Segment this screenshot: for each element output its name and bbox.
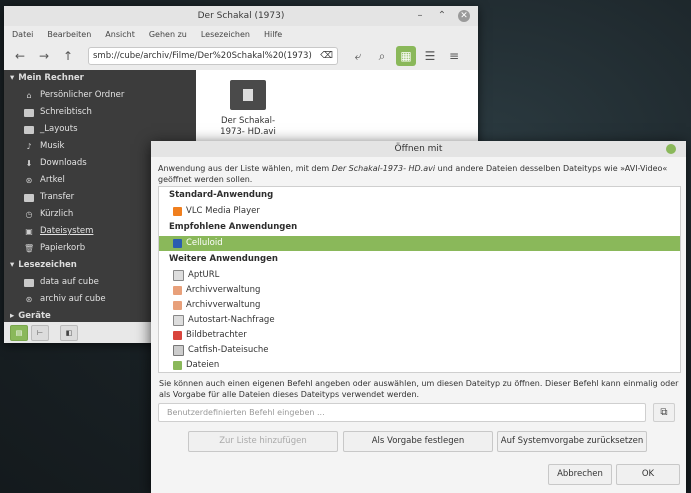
drive-icon: ▣ bbox=[25, 226, 33, 236]
clock-icon: ◷ bbox=[25, 209, 33, 219]
home-icon: ⌂ bbox=[26, 90, 32, 100]
image-viewer-icon bbox=[173, 331, 182, 340]
chevron-down-icon: ▾ bbox=[10, 73, 15, 83]
network-icon: ⊛ bbox=[25, 294, 33, 304]
vlc-icon bbox=[173, 207, 182, 216]
toolbar: ← → ↑ smb://cube/archiv/Filme/Der%20Scha… bbox=[4, 42, 478, 71]
add-to-list-button[interactable]: Zur Liste hinzufügen bbox=[188, 431, 338, 452]
application-list: Standard-Anwendung VLC Media Player Empf… bbox=[158, 186, 681, 373]
list-header-default: Standard-Anwendung bbox=[169, 190, 274, 200]
download-icon: ⬇ bbox=[25, 158, 33, 168]
custom-command-hint: Sie können auch einen eigenen Befehl ang… bbox=[159, 379, 679, 399]
app-item-archive-1[interactable]: Archivverwaltung bbox=[159, 283, 680, 298]
up-arrow-icon[interactable]: ↑ bbox=[58, 46, 78, 66]
menu-ansicht[interactable]: Ansicht bbox=[105, 30, 135, 39]
app-item-vlc[interactable]: VLC Media Player bbox=[159, 204, 680, 219]
celluloid-icon bbox=[173, 239, 182, 248]
sidebar-item-desktop[interactable]: Schreibtisch bbox=[4, 104, 196, 121]
file-item[interactable]: Der Schakal- 1973- HD.avi bbox=[218, 80, 278, 138]
custom-command-input[interactable]: Benutzerdefinierten Befehl eingeben ... bbox=[158, 403, 646, 422]
compact-view-icon[interactable]: ≡ bbox=[444, 46, 464, 66]
close-icon[interactable] bbox=[666, 144, 676, 154]
places-toggle-icon[interactable]: ▤ bbox=[10, 324, 28, 341]
sidebar-item-home[interactable]: ⌂ Persönlicher Ordner bbox=[4, 87, 196, 104]
back-arrow-icon[interactable]: ← bbox=[10, 46, 30, 66]
location-bar[interactable]: smb://cube/archiv/Filme/Der%20Schakal%20… bbox=[88, 47, 338, 65]
apturl-icon bbox=[173, 270, 184, 281]
app-item-celluloid[interactable]: Celluloid bbox=[159, 236, 680, 251]
icon-view-icon[interactable]: ▦ bbox=[396, 46, 416, 66]
music-icon: ♪ bbox=[26, 141, 32, 151]
dialog-description: Anwendung aus der Liste wählen, mit dem … bbox=[158, 164, 668, 184]
list-header-recommended: Empfohlene Anwendungen bbox=[169, 222, 298, 232]
ok-button[interactable]: OK bbox=[616, 464, 680, 485]
toggle-location-icon[interactable]: ⤶ bbox=[348, 46, 368, 66]
menu-bearbeiten[interactable]: Bearbeiten bbox=[47, 30, 91, 39]
dialog-titlebar: Öffnen mit bbox=[151, 141, 686, 157]
tree-toggle-icon[interactable]: ⊢ bbox=[31, 324, 49, 341]
app-item-image-viewer[interactable]: Bildbetrachter bbox=[159, 328, 680, 343]
video-file-icon bbox=[230, 80, 266, 110]
desktop-icon bbox=[24, 108, 34, 117]
app-item-autostart[interactable]: Autostart-Nachfrage bbox=[159, 313, 680, 328]
share-icon: ⊛ bbox=[25, 175, 33, 185]
menu-hilfe[interactable]: Hilfe bbox=[264, 30, 282, 39]
app-item-archive-2[interactable]: Archivverwaltung bbox=[159, 298, 680, 313]
browse-command-icon[interactable]: ⧉ bbox=[653, 403, 675, 422]
archive-icon bbox=[173, 286, 182, 295]
list-header-other: Weitere Anwendungen bbox=[169, 254, 278, 264]
search-icon[interactable]: ⌕ bbox=[372, 46, 392, 66]
file-name: Der Schakal- 1973- HD.avi bbox=[220, 116, 276, 137]
autostart-icon bbox=[173, 315, 184, 326]
cancel-button[interactable]: Abbrechen bbox=[548, 464, 612, 485]
catfish-icon bbox=[173, 345, 184, 356]
menu-datei[interactable]: Datei bbox=[12, 30, 33, 39]
close-icon[interactable]: ✕ bbox=[458, 10, 470, 22]
network-folder-icon bbox=[24, 278, 34, 287]
sidebar-header-computer[interactable]: ▾ Mein Rechner bbox=[4, 70, 196, 87]
window-titlebar: Der Schakal (1973) – ⌃ ✕ bbox=[4, 6, 478, 26]
folder-icon bbox=[24, 125, 34, 134]
forward-arrow-icon[interactable]: → bbox=[34, 46, 54, 66]
menubar: Datei Bearbeiten Ansicht Gehen zu Leseze… bbox=[4, 26, 478, 42]
window-title: Der Schakal (1973) bbox=[197, 11, 285, 21]
clear-location-icon[interactable]: ⌫ bbox=[320, 51, 333, 61]
set-default-button[interactable]: Als Vorgabe festlegen bbox=[343, 431, 493, 452]
list-view-icon[interactable]: ☰ bbox=[420, 46, 440, 66]
files-icon bbox=[173, 361, 182, 370]
trash-icon: 🗑 bbox=[24, 243, 35, 253]
app-item-files[interactable]: Dateien bbox=[159, 358, 680, 372]
reset-default-button[interactable]: Auf Systemvorgabe zurücksetzen bbox=[497, 431, 647, 452]
location-path: smb://cube/archiv/Filme/Der%20Schakal%20… bbox=[93, 51, 312, 61]
chevron-down-icon: ▾ bbox=[10, 260, 15, 270]
dialog-title: Öffnen mit bbox=[394, 144, 443, 154]
open-with-dialog: Öffnen mit Anwendung aus der Liste wähle… bbox=[151, 141, 686, 493]
menu-lesezeichen[interactable]: Lesezeichen bbox=[201, 30, 250, 39]
app-item-apturl[interactable]: AptURL bbox=[159, 268, 680, 283]
folder-icon bbox=[24, 193, 34, 202]
minimize-icon[interactable]: – bbox=[414, 10, 426, 22]
archive-icon bbox=[173, 301, 182, 310]
menu-gehen-zu[interactable]: Gehen zu bbox=[149, 30, 187, 39]
app-item-catfish[interactable]: Catfish-Dateisuche bbox=[159, 343, 680, 358]
maximize-icon[interactable]: ⌃ bbox=[436, 10, 448, 22]
sidebar-item-layouts[interactable]: _Layouts bbox=[4, 121, 196, 138]
sidebar-toggle-icon[interactable]: ◧ bbox=[60, 324, 78, 341]
